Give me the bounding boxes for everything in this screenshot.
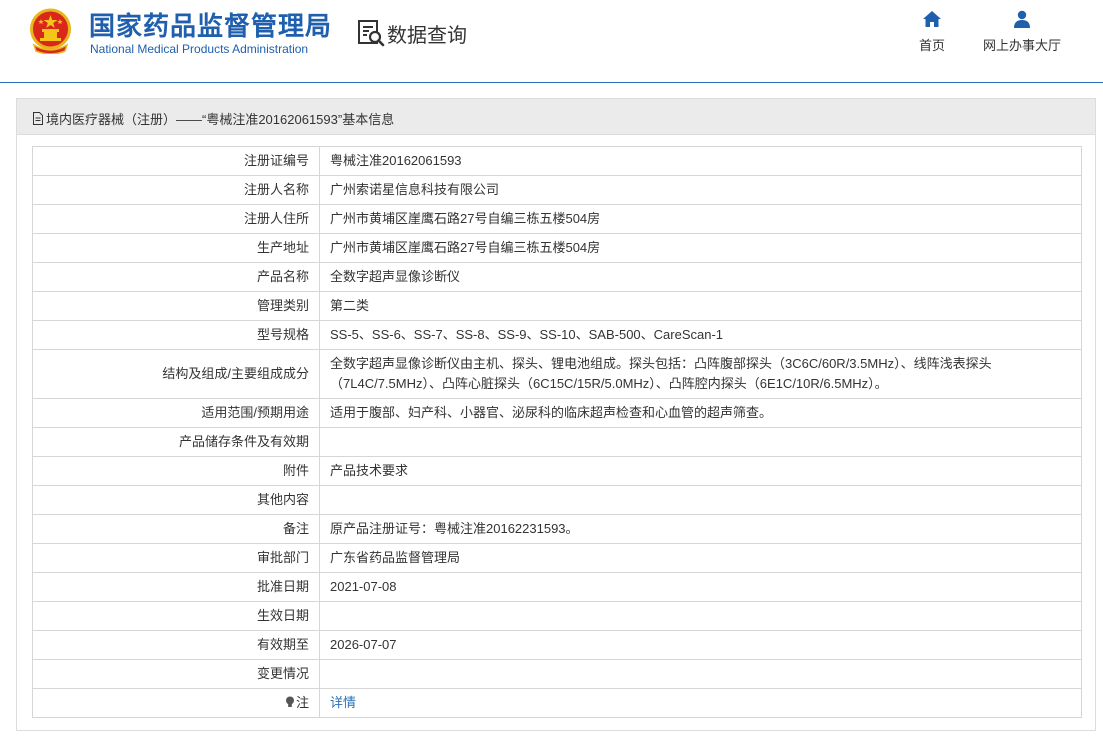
table-row: 批准日期 2021-07-08 xyxy=(32,572,1082,602)
table-row: 产品储存条件及有效期 xyxy=(32,427,1082,457)
table-row: 注册人名称 广州索诺星信息科技有限公司 xyxy=(32,175,1082,205)
table-row: 生效日期 xyxy=(32,601,1082,631)
field-value: 粤械注准20162061593 xyxy=(319,146,1082,176)
field-label: 备注 xyxy=(32,514,320,544)
table-row: 变更情况 xyxy=(32,659,1082,689)
table-row-note: 注 详情 xyxy=(32,688,1082,718)
nav-hall-label: 网上办事大厅 xyxy=(982,38,1061,53)
field-value xyxy=(319,427,1082,457)
table-row: 产品名称 全数字超声显像诊断仪 xyxy=(32,262,1082,292)
panel-title: 境内医疗器械（注册）——“粤械注准20162061593”基本信息 xyxy=(46,112,395,127)
field-value xyxy=(319,659,1082,689)
field-label: 其他内容 xyxy=(32,485,320,515)
table-row: 其他内容 xyxy=(32,485,1082,515)
site-name-cn: 国家药品监督管理局 xyxy=(89,11,333,41)
field-label: 注 xyxy=(32,688,320,718)
nav-online-service-hall[interactable]: 网上办事大厅 xyxy=(977,10,1067,54)
field-value: 产品技术要求 xyxy=(319,456,1082,486)
field-value: 详情 xyxy=(319,688,1082,718)
panel-header: 境内医疗器械（注册）——“粤械注准20162061593”基本信息 xyxy=(17,99,1095,135)
table-row: 备注 原产品注册证号：粤械注准20162231593。 xyxy=(32,514,1082,544)
info-panel: 境内医疗器械（注册）——“粤械注准20162061593”基本信息 注册证编号粤… xyxy=(16,98,1096,731)
table-row: 附件 产品技术要求 xyxy=(32,456,1082,486)
table-row: 适用范围/预期用途 适用于腹部、妇产科、小器官、泌尿科的临床超声检查和心血管的超声… xyxy=(32,398,1082,428)
field-label: 型号规格 xyxy=(32,320,320,350)
details-link[interactable]: 详情 xyxy=(330,695,356,710)
field-label: 注册人住所 xyxy=(32,204,320,234)
table-row: 型号规格 SS-5、SS-6、SS-7、SS-8、SS-9、SS-10、SAB-5… xyxy=(32,320,1082,350)
field-value: 2021-07-08 xyxy=(319,572,1082,602)
field-label: 审批部门 xyxy=(32,543,320,573)
field-label: 产品储存条件及有效期 xyxy=(32,427,320,457)
field-value: 第二类 xyxy=(319,291,1082,321)
page-title: 数据查询 xyxy=(387,25,467,47)
field-label: 结构及组成/主要组成成分 xyxy=(32,349,320,399)
field-label: 注册证编号 xyxy=(32,146,320,176)
table-row: 管理类别 第二类 xyxy=(32,291,1082,321)
header-divider xyxy=(0,82,1103,83)
document-search-icon xyxy=(358,20,385,47)
national-emblem-icon xyxy=(30,8,71,54)
field-label: 生产地址 xyxy=(32,233,320,263)
field-value xyxy=(319,485,1082,515)
field-value: 全数字超声显像诊断仪 xyxy=(319,262,1082,292)
field-label: 有效期至 xyxy=(32,630,320,660)
field-value xyxy=(319,601,1082,631)
field-label: 批准日期 xyxy=(32,572,320,602)
field-value: 广东省药品监督管理局 xyxy=(319,543,1082,573)
table-row: 审批部门 广东省药品监督管理局 xyxy=(32,543,1082,573)
field-value: 广州市黄埔区崖鹰石路27号自编三栋五楼504房 xyxy=(319,204,1082,234)
table-row: 生产地址 广州市黄埔区崖鹰石路27号自编三栋五楼504房 xyxy=(32,233,1082,263)
site-header: 国家药品监督管理局 National Medical Products Admi… xyxy=(0,0,1103,84)
registration-info-table: 注册证编号 粤械注准20162061593 注册人名称 广州索诺星信息科技有限公司 注册… xyxy=(32,146,1082,718)
nav-home-label: 首页 xyxy=(918,38,945,53)
field-value: 全数字超声显像诊断仪由主机、探头、锂电池组成。探头包括：凸阵腹部探头（3C6C/… xyxy=(319,349,1082,399)
table-row: 注册证编号 粤械注准20162061593 xyxy=(32,146,1082,176)
field-label: 变更情况 xyxy=(32,659,320,689)
user-icon xyxy=(1014,10,1030,28)
nav-home[interactable]: 首页 xyxy=(887,10,977,54)
field-label: 适用范围/预期用途 xyxy=(32,398,320,428)
field-value: 适用于腹部、妇产科、小器官、泌尿科的临床超声检查和心血管的超声筛查。 xyxy=(319,398,1082,428)
field-value: 2026-07-07 xyxy=(319,630,1082,660)
field-value: SS-5、SS-6、SS-7、SS-8、SS-9、SS-10、SAB-500、C… xyxy=(319,320,1082,350)
field-label: 生效日期 xyxy=(32,601,320,631)
table-row: 有效期至 2026-07-07 xyxy=(32,630,1082,660)
lightbulb-icon xyxy=(285,696,294,707)
field-label: 产品名称 xyxy=(32,262,320,292)
table-row: 结构及组成/主要组成成分 全数字超声显像诊断仪由主机、探头、锂电池组成。探头包括：… xyxy=(32,349,1082,399)
document-icon xyxy=(33,112,43,125)
field-value: 广州市黄埔区崖鹰石路27号自编三栋五楼504房 xyxy=(319,233,1082,263)
field-label: 附件 xyxy=(32,456,320,486)
site-name-en: National Medical Products Administration xyxy=(90,42,309,56)
home-icon xyxy=(923,11,941,27)
note-label: 注 xyxy=(295,695,309,710)
table-row: 注册人住所 广州市黄埔区崖鹰石路27号自编三栋五楼504房 xyxy=(32,204,1082,234)
field-value: 原产品注册证号：粤械注准20162231593。 xyxy=(319,514,1082,544)
field-value: 广州索诺星信息科技有限公司 xyxy=(319,175,1082,205)
field-label: 管理类别 xyxy=(32,291,320,321)
field-label: 注册人名称 xyxy=(32,175,320,205)
